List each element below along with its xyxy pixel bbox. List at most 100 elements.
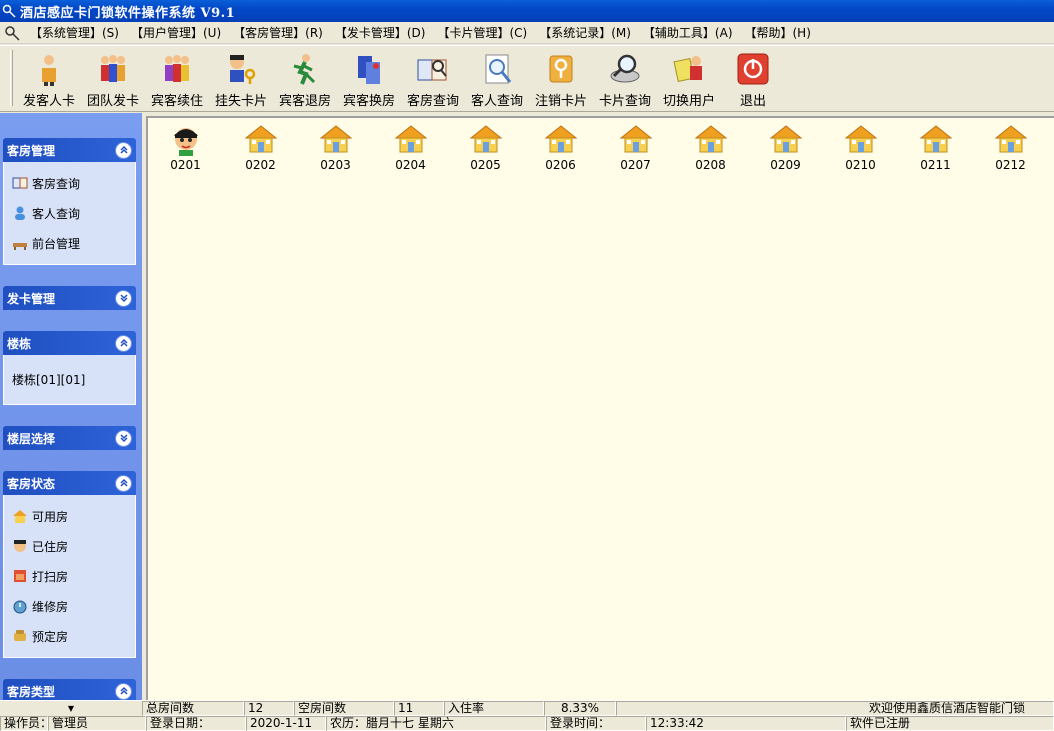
building-item[interactable]: 楼栋[01][01] bbox=[4, 361, 135, 398]
switch-user-button[interactable]: 切换用户 bbox=[657, 46, 721, 110]
menu-card-issue[interactable]: 【发卡管理】(D) bbox=[331, 24, 434, 41]
book-search-icon bbox=[417, 59, 447, 81]
room-tile-available[interactable]: 0204 bbox=[373, 122, 448, 172]
menu-help[interactable]: 【帮助】(H) bbox=[741, 24, 819, 41]
guest-query-button[interactable]: 客人查询 bbox=[465, 46, 529, 110]
room-tile-available[interactable]: 0211 bbox=[898, 122, 973, 172]
toolbar-grip[interactable] bbox=[10, 50, 13, 106]
menu-card[interactable]: 【卡片管理】(C) bbox=[433, 24, 535, 41]
change-room-button[interactable]: 宾客换房 bbox=[337, 46, 401, 110]
switch-user-icon bbox=[673, 56, 702, 83]
exit-button[interactable]: 退出 bbox=[721, 46, 785, 110]
menu-bar: 【系统管理】(S) 【用户管理】(U) 【客房管理】(R) 【发卡管理】(D) … bbox=[0, 22, 1054, 44]
room-tile-available[interactable]: 0205 bbox=[448, 122, 523, 172]
login-date-label: 登录日期： bbox=[146, 716, 246, 731]
lunar-date: 农历：腊月十七 星期六 bbox=[326, 716, 546, 731]
group-header-building[interactable]: 楼栋 bbox=[3, 331, 136, 355]
toolbar: 发客人卡 团队发卡 宾客续住 挂失卡片 宾客退房 宾客换房 客房查询 客人查询 … bbox=[0, 45, 1054, 112]
registration-status: 软件已注册 bbox=[846, 716, 1054, 731]
team-card-button[interactable]: 团队发卡 bbox=[81, 46, 145, 110]
sidebar-item-front-desk[interactable]: 前台管理 bbox=[4, 228, 135, 258]
room-tile-available[interactable]: 0202 bbox=[223, 122, 298, 172]
group-room-type: 客房类型 bbox=[3, 679, 136, 701]
group-room-management: 客房管理 客房查询 客人查询 前台管理 bbox=[3, 138, 136, 265]
total-rooms-label: 总房间数 bbox=[142, 701, 244, 716]
status-bar-session: 操作员： 管理员 登录日期： 2020-1-11 农历：腊月十七 星期六 登录时… bbox=[0, 716, 1054, 731]
house-icon bbox=[919, 125, 952, 153]
occupant-icon bbox=[173, 128, 198, 156]
status-maintenance[interactable]: 维修房 bbox=[4, 591, 135, 621]
menu-records[interactable]: 【系统记录】(M) bbox=[535, 24, 639, 41]
operator-label: 操作员： bbox=[0, 716, 48, 731]
window-title: 酒店感应卡门锁软件操作系统 V9.1 bbox=[20, 5, 236, 21]
room-tile-available[interactable]: 0206 bbox=[523, 122, 598, 172]
clock-icon bbox=[12, 598, 28, 614]
desk-icon bbox=[12, 235, 28, 251]
issue-guest-card-button[interactable]: 发客人卡 bbox=[17, 46, 81, 110]
person-icon bbox=[42, 55, 56, 86]
menu-key-icon[interactable] bbox=[4, 25, 22, 41]
card-query-button[interactable]: 卡片查询 bbox=[593, 46, 657, 110]
empty-rooms-label: 空房间数 bbox=[294, 701, 394, 716]
group-header-room-management[interactable]: 客房管理 bbox=[3, 138, 136, 162]
group-header-room-status[interactable]: 客房状态 bbox=[3, 471, 136, 495]
room-tile-available[interactable]: 0209 bbox=[748, 122, 823, 172]
house-icon bbox=[844, 125, 877, 153]
report-lost-card-button[interactable]: 挂失卡片 bbox=[209, 46, 273, 110]
house-icon bbox=[544, 125, 577, 153]
status-available[interactable]: 可用房 bbox=[4, 501, 135, 531]
chevron-down-icon[interactable] bbox=[115, 429, 132, 447]
house-icon bbox=[394, 125, 427, 153]
status-reserved[interactable]: 预定房 bbox=[4, 621, 135, 651]
room-tile-available[interactable]: 0210 bbox=[823, 122, 898, 172]
house-icon bbox=[619, 125, 652, 153]
room-tile-occupied[interactable]: 0201 bbox=[148, 122, 223, 172]
chevron-up-icon[interactable] bbox=[115, 474, 132, 492]
group-card-management: 发卡管理 bbox=[3, 286, 136, 310]
occupant-icon bbox=[12, 538, 28, 554]
sidebar-scroll-down-icon[interactable]: ▼ bbox=[0, 701, 142, 716]
menu-user[interactable]: 【用户管理】(U) bbox=[127, 24, 229, 41]
cancel-card-button[interactable]: 注销卡片 bbox=[529, 46, 593, 110]
chevron-up-icon[interactable] bbox=[115, 141, 132, 159]
occupancy-label: 入住率 bbox=[444, 701, 544, 716]
house-icon bbox=[994, 125, 1027, 153]
room-query-button[interactable]: 客房查询 bbox=[401, 46, 465, 110]
chevron-up-icon[interactable] bbox=[115, 334, 132, 352]
room-tile-available[interactable]: 0208 bbox=[673, 122, 748, 172]
menu-tools[interactable]: 【辅助工具】(A) bbox=[639, 24, 741, 41]
welcome-message: 欢迎使用鑫质信酒店智能门锁 bbox=[616, 701, 1054, 716]
magnifier-card-icon bbox=[610, 54, 640, 83]
status-cleaning[interactable]: 打扫房 bbox=[4, 561, 135, 591]
group-header-card-management[interactable]: 发卡管理 bbox=[3, 286, 136, 310]
checkout-button[interactable]: 宾客退房 bbox=[273, 46, 337, 110]
change-room-icon bbox=[358, 56, 380, 84]
status-occupied[interactable]: 已住房 bbox=[4, 531, 135, 561]
menu-room[interactable]: 【客房管理】(R) bbox=[229, 24, 331, 41]
chevron-up-icon[interactable] bbox=[115, 682, 132, 700]
menu-system[interactable]: 【系统管理】(S) bbox=[26, 24, 127, 41]
occupancy-value: 8.33% bbox=[544, 701, 616, 716]
title-bar: 酒店感应卡门锁软件操作系统 V9.1 bbox=[0, 0, 1054, 22]
group-icon bbox=[165, 55, 189, 82]
room-grid: 0201 0202 0203 0204 0205 0206 0207 0208 bbox=[146, 116, 1054, 700]
group-header-floor-select[interactable]: 楼层选择 bbox=[3, 426, 136, 450]
group-building: 楼栋 楼栋[01][01] bbox=[3, 331, 136, 405]
login-time-value: 12:33:42 bbox=[646, 716, 846, 731]
extend-stay-button[interactable]: 宾客续住 bbox=[145, 46, 209, 110]
status-bar-summary: ▼ 总房间数 12 空房间数 11 入住率 8.33% 欢迎使用鑫质信酒店智能门… bbox=[0, 700, 1054, 716]
login-date-value: 2020-1-11 bbox=[246, 716, 326, 731]
chevron-down-icon[interactable] bbox=[115, 289, 132, 307]
room-tile-available[interactable]: 0212 bbox=[973, 122, 1048, 172]
room-tile-available[interactable]: 0203 bbox=[298, 122, 373, 172]
total-rooms-value: 12 bbox=[244, 701, 294, 716]
sidebar-item-guest-query[interactable]: 客人查询 bbox=[4, 198, 135, 228]
house-icon bbox=[244, 125, 277, 153]
room-tile-available[interactable]: 0207 bbox=[598, 122, 673, 172]
power-icon bbox=[737, 53, 769, 85]
empty-rooms-value: 11 bbox=[394, 701, 444, 716]
group-header-room-type[interactable]: 客房类型 bbox=[3, 679, 136, 701]
magnifier-icon bbox=[485, 54, 512, 84]
book-icon bbox=[12, 175, 28, 191]
sidebar-item-room-query[interactable]: 客房查询 bbox=[4, 168, 135, 198]
